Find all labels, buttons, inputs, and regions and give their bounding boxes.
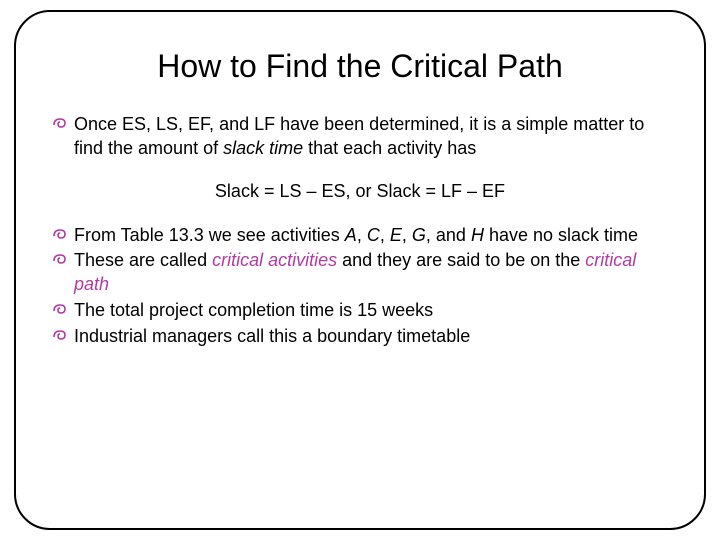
bullet-2-g: G	[412, 225, 426, 245]
bullet-5-text: Industrial managers call this a boundary…	[74, 326, 470, 346]
bullet-2-c: C	[367, 225, 380, 245]
bullet-2-pre: From Table 13.3 we see activities	[74, 225, 345, 245]
bullet-3-pre: These are called	[74, 250, 212, 270]
swirl-icon	[52, 115, 68, 131]
slide-title: How to Find the Critical Path	[52, 48, 668, 85]
bullet-2-h: H	[471, 225, 484, 245]
bullet-4-text: The total project completion time is 15 …	[74, 300, 433, 320]
slide-frame: How to Find the Critical Path Once ES, L…	[14, 10, 706, 530]
bullet-item-1: Once ES, LS, EF, and LF have been determ…	[52, 113, 668, 161]
bullet-3-mid: and they are said to be on the	[337, 250, 585, 270]
bullet-item-4: The total project completion time is 15 …	[52, 299, 668, 323]
bullet-3-em1: critical activities	[212, 250, 337, 270]
bullet-item-5: Industrial managers call this a boundary…	[52, 325, 668, 349]
bullet-2-c4: , and	[426, 225, 471, 245]
bullet-2-a: A	[345, 225, 357, 245]
bullet-2-c3: ,	[402, 225, 412, 245]
swirl-icon	[52, 251, 68, 267]
swirl-icon	[52, 327, 68, 343]
swirl-icon	[52, 226, 68, 242]
bullet-item-2: From Table 13.3 we see activities A, C , …	[52, 224, 668, 248]
bullet-list-2: From Table 13.3 we see activities A, C , …	[52, 224, 668, 349]
bullet-2-c1: ,	[357, 225, 367, 245]
bullet-1-em: slack time	[223, 138, 303, 158]
slack-formula: Slack = LS – ES, or Slack = LF – EF	[52, 181, 668, 202]
bullet-item-3: These are called critical activities and…	[52, 249, 668, 297]
bullet-2-c2: ,	[380, 225, 390, 245]
swirl-icon	[52, 301, 68, 317]
bullet-2-post: have no slack time	[484, 225, 638, 245]
bullet-2-e: E	[390, 225, 402, 245]
bullet-1-post: that each activity has	[303, 138, 476, 158]
bullet-list: Once ES, LS, EF, and LF have been determ…	[52, 113, 668, 161]
